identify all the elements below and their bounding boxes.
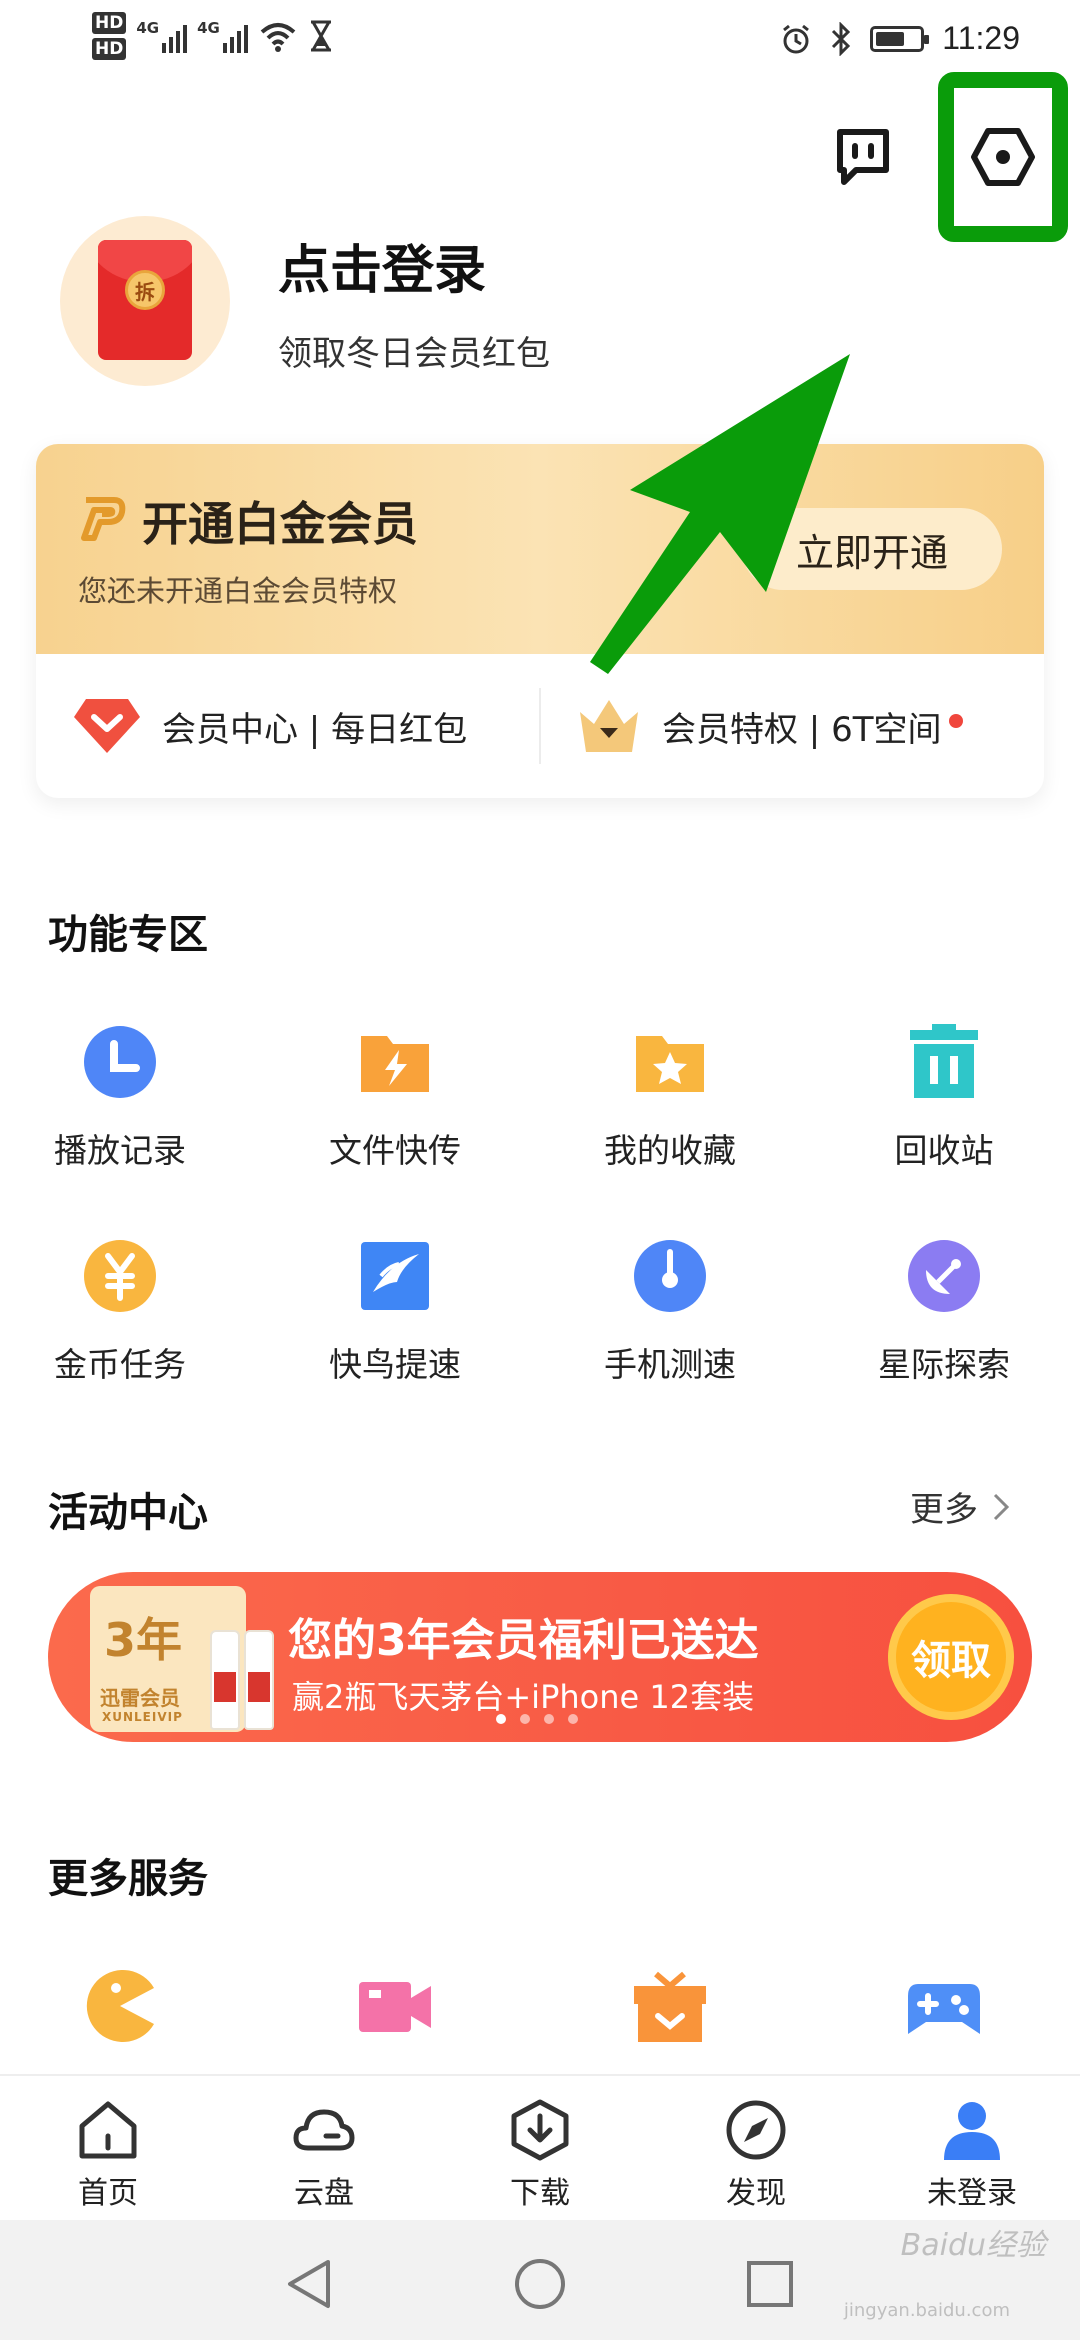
feature-phone-speed-test[interactable]: 手机测速 [580,1236,760,1386]
clock-icon [84,1026,156,1098]
hourglass-icon [310,20,331,52]
feature-favorites[interactable]: 我的收藏 [580,1022,760,1172]
nav-cloud-drive[interactable]: 云盘 [254,2098,394,2212]
activity-banner[interactable]: 3年 迅雷会员 XUNLEIVIP 您的3年会员福利已送达 赢2瓶飞天茅台+iP… [48,1572,1032,1742]
hd-badge-2: HD [92,38,127,60]
watermark-url: jingyan.baidu.com [843,2300,1010,2321]
notification-dot [949,714,964,728]
diamond-icon [74,699,140,753]
home-icon [79,2101,137,2159]
avatar[interactable]: 拆 [60,216,230,386]
feature-coin-tasks[interactable]: 金币任务 [30,1236,210,1386]
nav-account[interactable]: 未登录 [902,2098,1042,2212]
gamepad-icon [908,1984,980,2034]
status-bar: HD HD 4G 4G 11:29 [0,0,1080,84]
bird-icon [361,1242,429,1310]
home-circle-icon[interactable] [512,2256,568,2312]
settings-button[interactable] [938,72,1068,242]
activity-section-title: 活动中心 [48,1490,208,1536]
signal-icon-1: 4G [136,19,188,53]
feature-recycle-bin[interactable]: 回收站 [854,1022,1034,1172]
more-services-section-title: 更多服务 [48,1856,208,1902]
alarm-icon [783,24,810,53]
claim-button[interactable]: 领取 [888,1594,1014,1720]
speed-gauge-icon [634,1240,706,1312]
feature-space-explore[interactable]: 星际探索 [854,1236,1034,1386]
message-icon [837,129,889,185]
status-left: HD HD 4G 4G [92,12,334,60]
nav-downloads[interactable]: 下载 [470,2098,610,2212]
user-icon [944,2102,1000,2160]
carousel-dot[interactable] [568,1714,578,1724]
signal-icon-2: 4G [197,19,248,53]
lightning-folder-icon [361,1036,429,1092]
features-section-title: 功能专区 [48,912,208,958]
vip-links: 会员中心 | 每日红包 会员特权 | 6T空间 [36,654,1044,798]
envelope-seal: 拆 [125,270,165,310]
satellite-icon [908,1240,980,1312]
chevron-right-icon [993,1493,1010,1520]
feature-file-transfer[interactable]: 文件快传 [305,1022,485,1172]
star-folder-icon [636,1036,704,1092]
annotation-arrow-icon [590,354,850,674]
login-subtitle[interactable]: 领取冬日会员红包 [278,326,550,375]
video-camera-icon [359,1982,431,2032]
clock-time: 11:29 [942,20,1020,56]
recents-square-icon[interactable] [742,2256,798,2312]
platinum-p-icon [81,497,126,541]
vip-center-link[interactable]: 会员中心 | 每日红包 [72,654,467,798]
gift-box-icon [634,1971,706,2042]
banner-title: 您的3年会员福利已送达 [288,1615,759,1666]
more-label: 更多 [910,1490,978,1530]
watermark: Baidu经验 [900,2228,1046,2263]
service-game-center[interactable] [30,1966,210,2046]
bottle-icon [210,1630,240,1730]
feature-play-history[interactable]: 播放记录 [30,1022,210,1172]
vip-center-label: 会员中心 | 每日红包 [162,709,468,750]
carousel-dot[interactable] [520,1714,530,1724]
service-gamepad[interactable] [854,1966,1034,2046]
feature-speed-boost[interactable]: 快鸟提速 [305,1236,485,1386]
vip-banner[interactable]: 开通白金会员 您还未开通白金会员特权 立即开通 [36,444,1044,654]
carousel-dot[interactable] [544,1714,554,1724]
nav-discover[interactable]: 发现 [686,2098,826,2212]
vip-subtitle: 您还未开通白金会员特权 [78,574,398,608]
login-title[interactable]: 点击登录 [278,228,486,303]
battery-icon [870,25,930,52]
message-button[interactable] [832,126,894,188]
nav-home[interactable]: 首页 [38,2098,178,2212]
carousel-dot[interactable] [496,1714,506,1724]
bottle-icon [244,1630,274,1730]
red-envelope-icon: 拆 [98,240,192,360]
settings-hexagon-icon [971,128,1035,186]
pacman-icon [86,1970,154,2042]
carousel-dots [496,1714,578,1724]
service-gift[interactable] [580,1966,760,2046]
hd-badge-1: HD [92,12,127,34]
vip-privilege-label: 会员特权 | 6T空间 [662,709,942,750]
service-video[interactable] [305,1966,485,2046]
crown-icon [580,700,638,752]
hd-indicators: HD HD [92,12,127,60]
vip-card: 开通白金会员 您还未开通白金会员特权 立即开通 会员中心 | 每日红包 会员特权… [36,444,1044,798]
trash-icon [910,1024,978,1098]
cloud-icon [293,2109,355,2151]
divider [539,688,541,764]
wifi-icon [260,23,296,52]
download-icon [511,2099,569,2161]
bluetooth-icon [832,21,851,56]
status-right: 11:29 [780,20,1020,57]
yuan-coin-icon [84,1240,156,1312]
back-triangle-icon[interactable] [282,2256,338,2312]
vip-title: 开通白金会员 [142,497,418,551]
banner-subtitle: 赢2瓶飞天茅台+iPhone 12套装 [292,1678,755,1716]
bottom-navigation: 首页 云盘 下载 发现 未登录 [0,2074,1080,2220]
compass-icon [726,2100,786,2160]
activity-more-link[interactable]: 更多 [910,1482,1010,1531]
